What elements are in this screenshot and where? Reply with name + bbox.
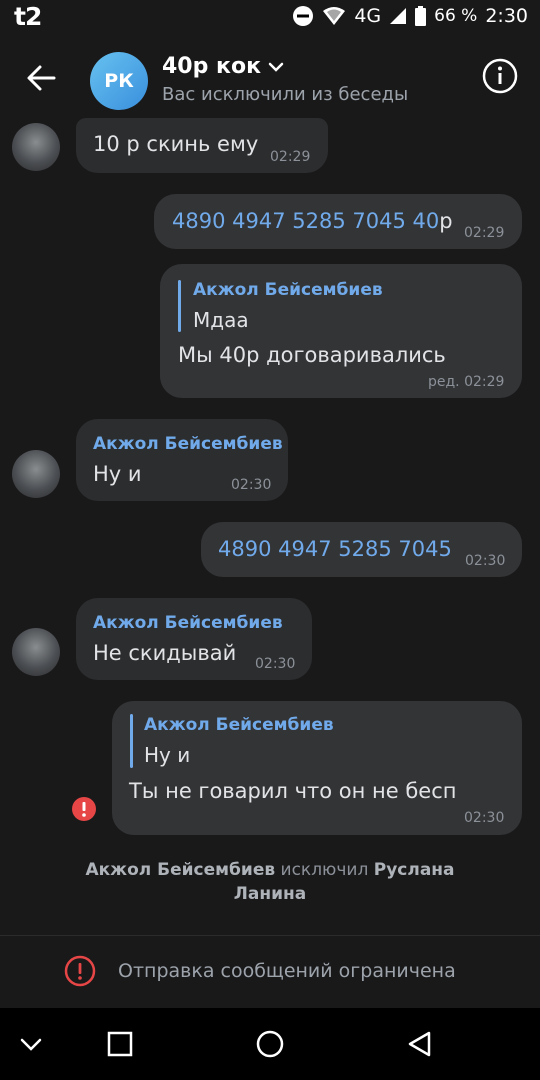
reply-author[interactable]: Акжол Бейсембиев [193, 280, 383, 300]
system-nav-bar [0, 1008, 540, 1080]
message-bubble-outgoing[interactable]: 4890 4947 5285 7045 40р 02:29 [154, 194, 522, 249]
message-time: 02:30 [255, 656, 296, 672]
card-number-link[interactable]: 4890 4947 5285 7045 40 [172, 209, 439, 233]
card-number-link[interactable]: 4890 4947 5285 7045 [218, 537, 452, 561]
status-icons: 4G 66 % 2:30 [292, 5, 528, 27]
message-text: Ты не говарил что он не бесп [129, 779, 457, 803]
dnd-icon [293, 6, 314, 26]
message-time: 02:29 [270, 149, 311, 165]
message-author[interactable]: Акжол Бейсембиев [93, 613, 283, 633]
signal-icon [390, 8, 407, 24]
message-time-edited: ред. 02:29 [428, 374, 505, 390]
reply-text: Ну и [144, 743, 191, 767]
nav-back-icon[interactable] [406, 1030, 434, 1058]
error-icon[interactable] [71, 796, 97, 822]
chat-avatar[interactable]: РК [90, 52, 148, 110]
message-author[interactable]: Акжол Бейсембиев [93, 434, 283, 454]
message-text: Не скидывай [93, 641, 237, 665]
chat-title: 40р кок [162, 54, 261, 79]
chat-header: РК 40р кок Вас исключили из беседы [0, 36, 540, 120]
message-bubble-incoming[interactable]: 10 р скинь ему 02:29 [76, 118, 328, 173]
status-bar: t2 4G 66 % 2:30 [0, 0, 540, 36]
info-icon[interactable] [482, 58, 518, 94]
message-time: 02:30 [464, 810, 505, 826]
wifi-icon [323, 7, 346, 25]
message-bubble-outgoing-reply[interactable]: Акжол Бейсембиев Мдаа Мы 40р договаривал… [160, 264, 522, 398]
chevron-down-icon [268, 62, 284, 72]
reply-quote-bar [178, 280, 181, 332]
carrier-label: t2 [14, 2, 42, 31]
system-actor[interactable]: Акжол Бейсембиев [85, 860, 275, 880]
message-text-suffix: р [439, 209, 453, 233]
chat-title-row[interactable]: 40р кок [162, 54, 285, 79]
message-text: Мы 40р договаривались [178, 343, 446, 367]
back-arrow-icon[interactable] [20, 56, 64, 100]
message-bubble-outgoing[interactable]: 4890 4947 5285 7045 02:30 [201, 522, 522, 577]
network-type: 4G [354, 5, 382, 27]
input-restricted-bar: Отправка сообщений ограничена [0, 935, 540, 1008]
message-bubble-incoming[interactable]: Акжол Бейсембиев Не скидывай 02:30 [76, 598, 312, 680]
chat-subtitle: Вас исключили из беседы [162, 84, 409, 105]
clock: 2:30 [485, 5, 528, 27]
sender-avatar[interactable] [12, 628, 60, 676]
reply-quote-bar [130, 714, 133, 768]
reply-author[interactable]: Акжол Бейсембиев [144, 715, 334, 735]
battery-icon [415, 6, 427, 26]
system-message: Акжол Бейсембиев исключил Руслана Ланина [60, 858, 480, 906]
message-text: Ну и [93, 462, 142, 486]
message-bubble-outgoing-reply[interactable]: Акжол Бейсембиев Ну и Ты не говарил что … [112, 701, 522, 835]
sender-avatar[interactable] [12, 450, 60, 498]
warning-icon [64, 955, 96, 987]
nav-collapse-icon[interactable] [18, 1032, 44, 1056]
message-time: 02:30 [465, 553, 506, 569]
message-time: 02:29 [464, 225, 505, 241]
restricted-text: Отправка сообщений ограничена [118, 960, 456, 982]
system-action: исключил [280, 860, 369, 880]
message-text: 4890 4947 5285 7045 40р [172, 209, 453, 233]
nav-home-icon[interactable] [256, 1030, 284, 1058]
message-time: 02:30 [231, 477, 272, 493]
sender-avatar[interactable] [12, 123, 60, 171]
battery-percent: 66 % [434, 6, 478, 26]
nav-recents-icon[interactable] [107, 1031, 133, 1057]
reply-text: Мдаа [193, 308, 249, 332]
message-bubble-incoming[interactable]: Акжол Бейсембиев Ну и 02:30 [76, 419, 288, 501]
message-text: 10 р скинь ему [93, 132, 259, 156]
